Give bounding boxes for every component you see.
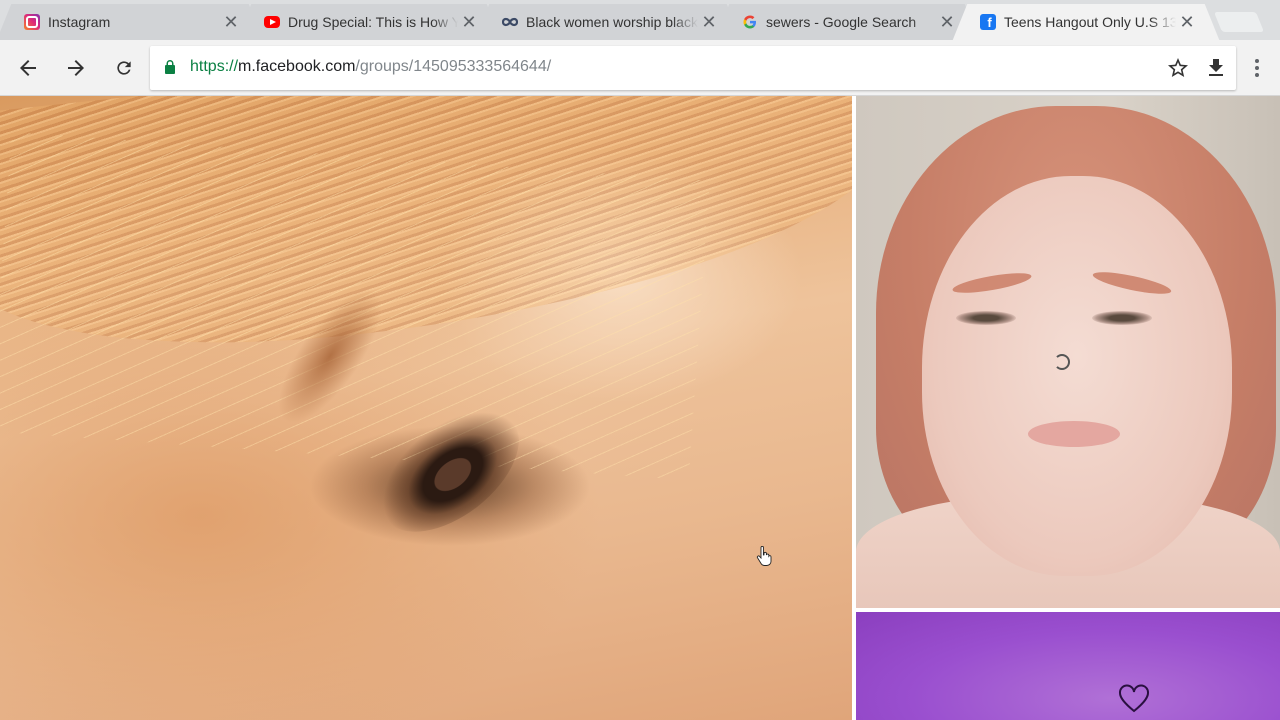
browser-toolbar: https://m.facebook.com/groups/1450953335…: [0, 40, 1280, 96]
arrow-left-icon: [20, 60, 36, 76]
tab-title: sewers - Google Search: [766, 14, 917, 30]
url-path: /groups/145095333564644/: [355, 58, 552, 75]
close-icon[interactable]: ✕: [1176, 11, 1198, 33]
reload-icon: [117, 61, 131, 75]
youtube-icon: [264, 16, 280, 28]
close-icon[interactable]: ✕: [698, 11, 720, 33]
tab-title: Drug Special: This is How You: [288, 14, 458, 30]
tab-black-women[interactable]: Black women worship black ✕: [490, 4, 726, 40]
tab-google-search[interactable]: sewers - Google Search ✕: [730, 4, 964, 40]
tab-title: Instagram: [48, 14, 111, 30]
page-content: [0, 96, 1280, 720]
group-photo-main[interactable]: [0, 96, 852, 720]
hand-cursor-icon: [756, 546, 772, 566]
tab-title: Black women worship black: [526, 14, 698, 30]
close-icon[interactable]: ✕: [936, 11, 958, 33]
photo-detail: [1028, 421, 1120, 447]
back-button[interactable]: [12, 52, 44, 84]
address-bar[interactable]: https://m.facebook.com/groups/1450953335…: [150, 46, 1236, 90]
google-icon: [742, 14, 758, 30]
tab-teens-hangout[interactable]: Teens Hangout Only U.S 13-19 ✕: [968, 4, 1204, 40]
url-scheme: https://: [190, 58, 239, 75]
more-options-icon[interactable]: [1246, 52, 1268, 84]
star-icon[interactable]: [1166, 56, 1190, 80]
tab-youtube[interactable]: Drug Special: This is How You ✕: [252, 4, 486, 40]
photo-detail: [922, 176, 1232, 576]
tab-title: Teens Hangout Only U.S 13-19: [1004, 14, 1176, 30]
instagram-icon: [24, 14, 40, 30]
url-text[interactable]: https://m.facebook.com/groups/1450953335…: [190, 58, 551, 76]
heart-icon: [1119, 684, 1149, 713]
group-photo-purple[interactable]: [856, 612, 1280, 720]
group-photo-portrait[interactable]: [856, 96, 1280, 608]
photo-detail: [1092, 311, 1152, 325]
tab-instagram[interactable]: Instagram ✕: [12, 4, 248, 40]
infinity-icon: [502, 14, 518, 30]
close-icon[interactable]: ✕: [458, 11, 480, 33]
new-tab-button[interactable]: [1213, 12, 1265, 32]
photo-detail: [1054, 354, 1070, 370]
lock-icon: [165, 60, 175, 74]
facebook-icon: [980, 14, 996, 30]
photo-detail: [956, 311, 1016, 325]
arrow-right-icon: [68, 60, 84, 76]
url-host: m.facebook.com: [238, 58, 356, 75]
forward-button[interactable]: [60, 52, 92, 84]
download-icon[interactable]: [1204, 56, 1228, 80]
close-icon[interactable]: ✕: [220, 11, 242, 33]
tab-strip: Instagram ✕ Drug Special: This is How Yo…: [0, 0, 1280, 40]
reload-button[interactable]: [108, 52, 140, 84]
